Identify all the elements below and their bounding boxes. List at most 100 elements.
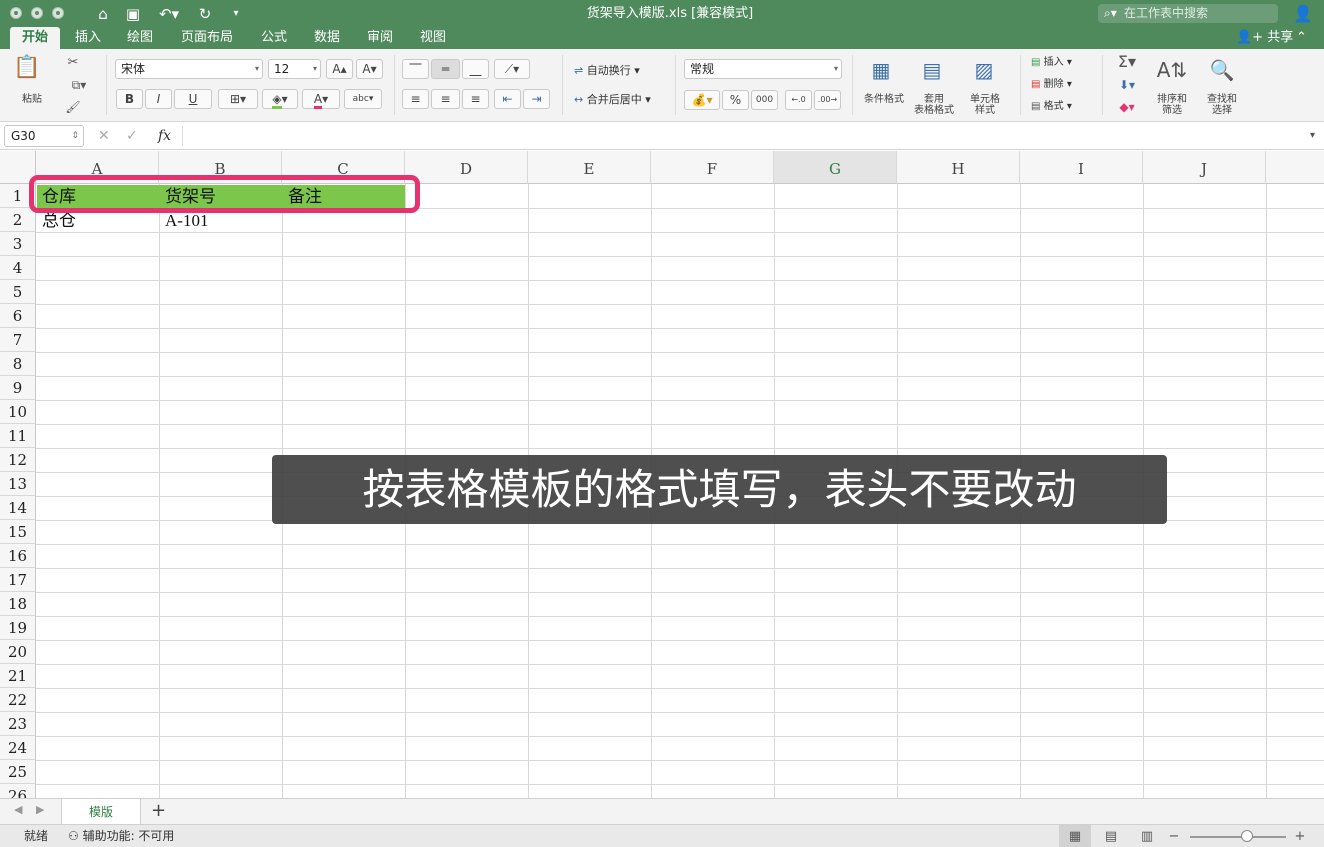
- row-header-7[interactable]: 7: [0, 328, 36, 352]
- name-box[interactable]: G30 ⇕: [4, 125, 84, 147]
- sheet-tab-active[interactable]: 模版: [61, 799, 141, 825]
- clear-icon[interactable]: ◆▾: [1112, 97, 1142, 117]
- save-icon[interactable]: ▣: [123, 4, 143, 24]
- increase-decimal-button[interactable]: ←.0: [785, 90, 812, 110]
- row-header-25[interactable]: 25: [0, 760, 36, 784]
- copy-icon[interactable]: ⧉▾: [64, 75, 94, 95]
- wrap-text-button[interactable]: ⇌ 自动换行 ▾: [574, 61, 640, 81]
- confirm-entry-icon[interactable]: ✓: [126, 125, 138, 147]
- user-icon[interactable]: 👤: [1292, 3, 1314, 25]
- tab-draw[interactable]: 绘图: [118, 27, 162, 49]
- worksheet-grid[interactable]: A B C D E F G H I J 1 2 3 4 5 6 7 8 9 10…: [0, 151, 1324, 798]
- page-layout-view-button[interactable]: ▤: [1095, 825, 1127, 847]
- undo-icon[interactable]: ↶▾: [155, 4, 183, 24]
- orientation-button[interactable]: ⟋▾: [494, 59, 530, 79]
- cell-style-label[interactable]: 单元格 样式: [960, 94, 1010, 116]
- row-header-15[interactable]: 15: [0, 520, 36, 544]
- row-header-23[interactable]: 23: [0, 712, 36, 736]
- close-window-button[interactable]: [10, 7, 22, 19]
- insert-cells-button[interactable]: ▤ 插入 ▾: [1031, 55, 1072, 71]
- merge-center-button[interactable]: ↔ 合并后居中 ▾: [574, 90, 651, 110]
- increase-indent-button[interactable]: ⇥: [523, 89, 550, 109]
- customize-toolbar-icon[interactable]: ▾: [228, 4, 244, 24]
- row-header-16[interactable]: 16: [0, 544, 36, 568]
- column-header-i[interactable]: I: [1020, 151, 1143, 184]
- column-header-j[interactable]: J: [1143, 151, 1266, 184]
- zoom-out-button[interactable]: −: [1164, 825, 1184, 847]
- row-header-5[interactable]: 5: [0, 280, 36, 304]
- align-middle-button[interactable]: ═: [431, 59, 460, 79]
- row-header-17[interactable]: 17: [0, 568, 36, 592]
- sort-filter-label[interactable]: 排序和 筛选: [1148, 94, 1196, 116]
- accounting-format-button[interactable]: 💰▾: [684, 90, 720, 110]
- column-header-g[interactable]: G: [774, 151, 897, 184]
- align-left-button[interactable]: ≡: [402, 89, 429, 109]
- column-header-e[interactable]: E: [528, 151, 651, 184]
- next-sheet-icon[interactable]: ▶: [36, 803, 44, 816]
- find-select-label[interactable]: 查找和 选择: [1198, 94, 1246, 116]
- decrease-decimal-button[interactable]: .00→: [814, 90, 841, 110]
- row-header-26[interactable]: 26: [0, 784, 36, 798]
- percent-button[interactable]: %: [722, 90, 749, 110]
- number-format-select[interactable]: 常规 ▾: [684, 59, 842, 79]
- cancel-entry-icon[interactable]: ✕: [98, 125, 110, 147]
- row-header-9[interactable]: 9: [0, 376, 36, 400]
- minimize-window-button[interactable]: [31, 7, 43, 19]
- row-header-13[interactable]: 13: [0, 472, 36, 496]
- table-format-label[interactable]: 套用 表格格式: [908, 94, 960, 116]
- fill-down-icon[interactable]: ⬇▾: [1112, 75, 1142, 95]
- add-sheet-button[interactable]: +: [151, 799, 166, 823]
- tab-home[interactable]: 开始: [10, 27, 60, 49]
- page-break-view-button[interactable]: ▥: [1131, 825, 1163, 847]
- row-header-4[interactable]: 4: [0, 256, 36, 280]
- row-header-6[interactable]: 6: [0, 304, 36, 328]
- column-header-k[interactable]: [1266, 151, 1324, 184]
- row-header-19[interactable]: 19: [0, 616, 36, 640]
- zoom-window-button[interactable]: [52, 7, 64, 19]
- shrink-font-button[interactable]: A▾: [356, 59, 383, 79]
- thousands-button[interactable]: 000: [751, 90, 778, 110]
- align-top-button[interactable]: ⎺: [402, 59, 429, 79]
- borders-button[interactable]: ⊞▾: [218, 89, 258, 109]
- format-cells-button[interactable]: ▤ 格式 ▾: [1031, 99, 1072, 115]
- bold-button[interactable]: B: [116, 89, 143, 109]
- zoom-slider-track[interactable]: [1190, 836, 1286, 838]
- autosum-icon[interactable]: Σ▾: [1112, 52, 1142, 72]
- delete-cells-button[interactable]: ▤ 删除 ▾: [1031, 77, 1072, 93]
- sort-filter-icon[interactable]: A⇅: [1150, 57, 1194, 83]
- column-header-f[interactable]: F: [651, 151, 774, 184]
- align-center-button[interactable]: ≡: [431, 89, 460, 109]
- format-painter-icon[interactable]: 🖌: [64, 97, 82, 117]
- row-header-11[interactable]: 11: [0, 424, 36, 448]
- paste-icon[interactable]: 📋: [12, 55, 42, 81]
- fill-color-button[interactable]: ◈▾: [262, 89, 298, 109]
- font-size-select[interactable]: 12 ▾: [268, 59, 321, 79]
- tab-view[interactable]: 视图: [411, 27, 455, 49]
- search-input[interactable]: ⌕▾ 在工作表中搜索: [1098, 4, 1278, 23]
- row-header-14[interactable]: 14: [0, 496, 36, 520]
- column-header-d[interactable]: D: [405, 151, 528, 184]
- row-header-10[interactable]: 10: [0, 400, 36, 424]
- row-header-12[interactable]: 12: [0, 448, 36, 472]
- conditional-format-icon[interactable]: ▦: [862, 57, 900, 83]
- share-button[interactable]: 👤+ 共享: [1236, 27, 1293, 49]
- zoom-in-button[interactable]: +: [1290, 825, 1310, 847]
- expand-formula-icon[interactable]: ▾: [1310, 125, 1315, 147]
- conditional-format-label[interactable]: 条件格式: [858, 94, 910, 105]
- phonetic-button[interactable]: abc▾: [344, 89, 382, 109]
- tab-review[interactable]: 审阅: [358, 27, 402, 49]
- insert-function-icon[interactable]: fx: [158, 125, 171, 147]
- row-header-22[interactable]: 22: [0, 688, 36, 712]
- tab-insert[interactable]: 插入: [66, 27, 110, 49]
- redo-icon[interactable]: ↻: [195, 4, 215, 24]
- italic-button[interactable]: I: [145, 89, 172, 109]
- normal-view-button[interactable]: ▦: [1059, 825, 1091, 847]
- font-color-button[interactable]: A▾: [302, 89, 340, 109]
- collapse-ribbon-icon[interactable]: ⌃: [1296, 27, 1307, 49]
- table-format-icon[interactable]: ▤: [912, 57, 952, 83]
- home-icon[interactable]: ⌂: [93, 4, 113, 24]
- decrease-indent-button[interactable]: ⇤: [494, 89, 521, 109]
- align-bottom-button[interactable]: ⎽: [462, 59, 489, 79]
- tab-formulas[interactable]: 公式: [252, 27, 296, 49]
- cell-style-icon[interactable]: ▨: [964, 57, 1004, 83]
